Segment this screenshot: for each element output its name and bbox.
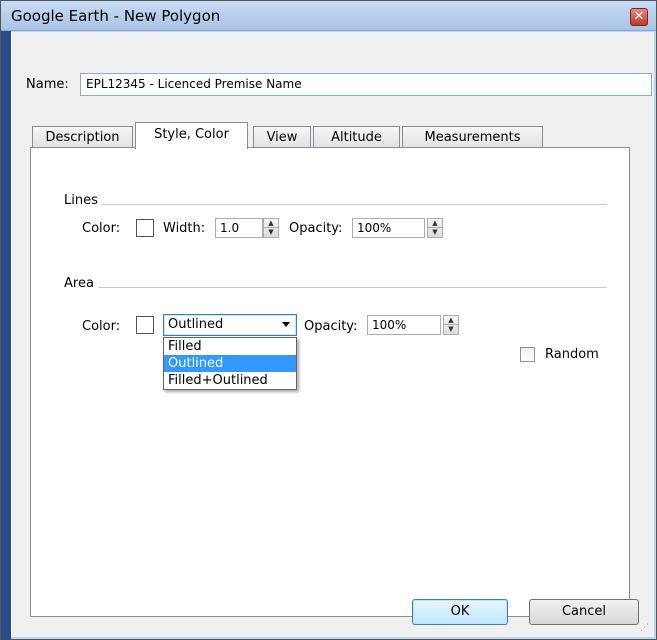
area-mode-selected: Outlined xyxy=(168,317,224,332)
tab-style-color[interactable]: Style, Color xyxy=(135,122,248,149)
spinner-up-icon[interactable]: ▲ xyxy=(428,219,442,228)
style-color-panel: Lines Color: Width: 1.0 ▲ ▼ Opacity: 100… xyxy=(30,147,630,617)
area-color-label: Color: xyxy=(82,319,121,334)
title-bar[interactable]: Google Earth - New Polygon ✕ xyxy=(1,1,656,31)
cancel-button[interactable]: Cancel xyxy=(529,599,639,625)
lines-width-spinner[interactable]: ▲ ▼ xyxy=(263,218,279,238)
area-group-divider xyxy=(99,287,607,288)
tab-view[interactable]: View xyxy=(253,126,311,148)
spinner-down-icon[interactable]: ▼ xyxy=(444,325,458,334)
area-opacity-input[interactable]: 100% xyxy=(367,315,441,335)
dialog-window: Google Earth - New Polygon ✕ Name: EPL12… xyxy=(0,0,657,640)
dropdown-option-outlined[interactable]: Outlined xyxy=(164,355,296,372)
dialog-body: Name: EPL12345 - Licenced Premise Name D… xyxy=(11,32,654,637)
spinner-down-icon[interactable]: ▼ xyxy=(264,228,278,237)
tab-altitude[interactable]: Altitude xyxy=(313,126,400,148)
area-mode-dropdown: Filled Outlined Filled+Outlined xyxy=(163,337,297,390)
chevron-down-icon xyxy=(282,322,290,327)
close-icon: ✕ xyxy=(633,9,645,24)
area-mode-select[interactable]: Outlined xyxy=(163,314,297,336)
spinner-up-icon[interactable]: ▲ xyxy=(444,316,458,325)
random-checkbox[interactable] xyxy=(520,347,535,362)
tab-measurements[interactable]: Measurements xyxy=(402,126,543,148)
lines-opacity-spinner[interactable]: ▲ ▼ xyxy=(427,218,443,238)
area-group-label: Area xyxy=(64,276,94,291)
lines-width-label: Width: xyxy=(163,221,206,236)
lines-group-label: Lines xyxy=(64,193,98,208)
dropdown-option-filled[interactable]: Filled xyxy=(164,338,296,355)
lines-color-swatch[interactable] xyxy=(136,219,154,237)
area-color-swatch[interactable] xyxy=(136,316,154,334)
lines-color-label: Color: xyxy=(82,221,121,236)
random-label: Random xyxy=(545,347,599,362)
window-edge xyxy=(1,29,11,640)
name-label: Name: xyxy=(26,77,69,92)
name-input[interactable]: EPL12345 - Licenced Premise Name xyxy=(80,73,652,96)
resize-grip-icon[interactable]: ⋰ xyxy=(640,623,650,633)
tab-description[interactable]: Description xyxy=(32,126,133,148)
lines-opacity-label: Opacity: xyxy=(289,221,343,236)
window-title: Google Earth - New Polygon xyxy=(11,7,221,25)
spinner-down-icon[interactable]: ▼ xyxy=(428,228,442,237)
area-opacity-label: Opacity: xyxy=(304,319,358,334)
area-opacity-spinner[interactable]: ▲ ▼ xyxy=(443,315,459,335)
dropdown-option-filled-outlined[interactable]: Filled+Outlined xyxy=(164,372,296,389)
lines-width-input[interactable]: 1.0 xyxy=(215,218,263,238)
lines-opacity-input[interactable]: 100% xyxy=(352,218,425,238)
lines-group-divider xyxy=(102,204,607,205)
close-button[interactable]: ✕ xyxy=(630,8,648,26)
ok-button[interactable]: OK xyxy=(412,599,508,625)
spinner-up-icon[interactable]: ▲ xyxy=(264,219,278,228)
